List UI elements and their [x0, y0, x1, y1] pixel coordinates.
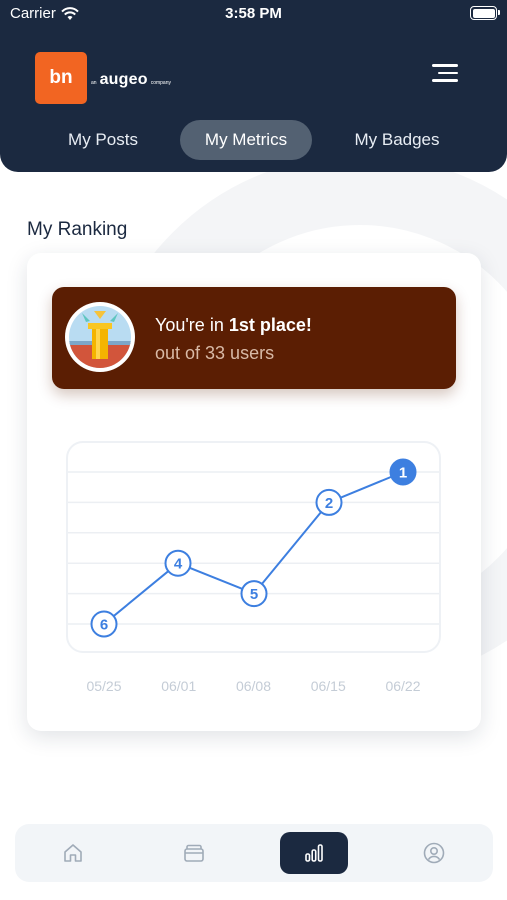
nav-wallet[interactable] — [160, 832, 228, 874]
x-tick-label: 05/25 — [86, 678, 121, 694]
nav-profile[interactable] — [400, 832, 468, 874]
wallet-icon — [184, 844, 204, 862]
x-tick-label: 06/01 — [161, 678, 196, 694]
rank-point-label: 1 — [399, 465, 407, 482]
bottom-nav — [15, 824, 493, 882]
rank-point-label: 4 — [174, 556, 183, 573]
bar-chart-icon — [305, 844, 323, 862]
rank-point-label: 6 — [100, 617, 108, 634]
nav-metrics[interactable] — [280, 832, 348, 874]
chart-frame — [66, 441, 441, 653]
x-tick-label: 06/08 — [236, 678, 271, 694]
ranking-chart: 6 4 5 2 1 05/25 06/01 06/08 06/15 06/22 — [66, 441, 441, 694]
home-icon — [64, 844, 82, 862]
profile-icon — [423, 842, 445, 864]
x-tick-label: 06/22 — [385, 678, 420, 694]
rank-point-label: 5 — [250, 586, 258, 603]
nav-home[interactable] — [39, 832, 107, 874]
rank-point-label: 2 — [325, 495, 333, 512]
x-tick-label: 06/15 — [311, 678, 346, 694]
x-axis-ticks: 05/25 06/01 06/08 06/15 06/22 — [86, 678, 420, 694]
